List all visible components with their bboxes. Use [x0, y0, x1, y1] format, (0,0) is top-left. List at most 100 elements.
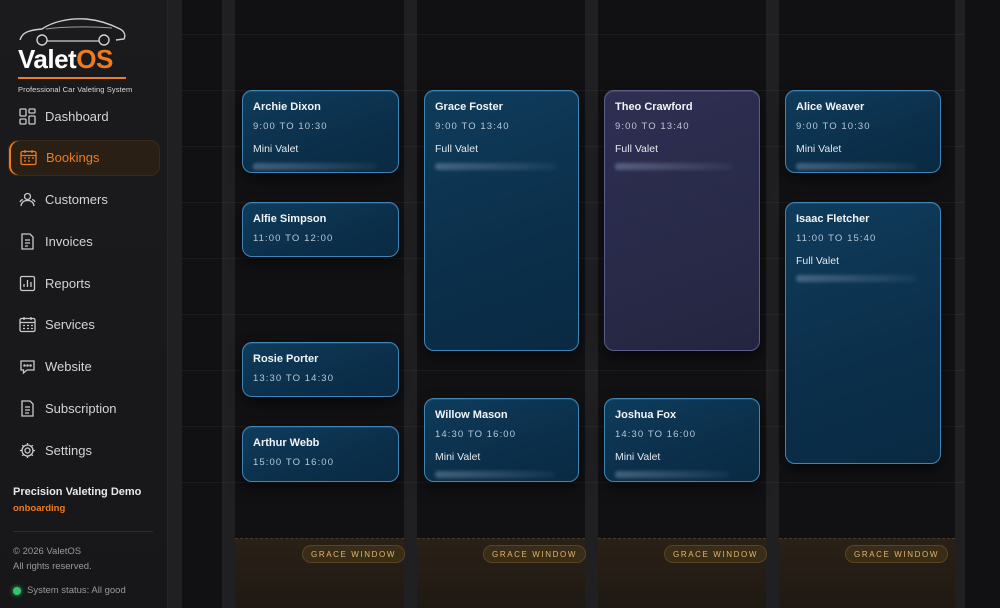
sidebar-item-customers[interactable]: Customers	[8, 182, 160, 218]
sidebar-item-label: Invoices	[45, 233, 93, 249]
calendar-icon	[19, 149, 37, 167]
grid-line	[182, 34, 965, 35]
booking-address-redacted	[435, 471, 555, 478]
sidebar-item-settings[interactable]: Settings	[8, 432, 160, 468]
booking-card[interactable]: Joshua Fox 14:30 TO 16:00 Mini Valet	[604, 398, 760, 482]
sidebar-nav: Dashboard Bookings Customers Invoices Re…	[0, 98, 168, 474]
booking-customer: Joshua Fox	[615, 409, 677, 421]
booking-card[interactable]: Arthur Webb 15:00 TO 16:00	[242, 426, 399, 482]
sidebar-divider	[13, 531, 153, 532]
booking-card[interactable]: Rosie Porter 13:30 TO 14:30	[242, 342, 399, 397]
tenant-status: onboarding	[13, 503, 66, 514]
sidebar-item-label: Dashboard	[45, 108, 109, 124]
booking-time: 11:00 TO 12:00	[253, 233, 334, 244]
booking-address-redacted	[796, 275, 917, 282]
booking-card[interactable]: Archie Dixon 9:00 TO 10:30 Mini Valet	[242, 90, 399, 173]
sidebar-item-label: Services	[45, 317, 95, 333]
invoice-icon	[18, 232, 36, 250]
grace-window-badge: GRACE WINDOW	[664, 545, 767, 563]
booking-card[interactable]: Alfie Simpson 11:00 TO 12:00	[242, 202, 399, 257]
sidebar-item-invoices[interactable]: Invoices	[8, 223, 160, 259]
booking-service: Mini Valet	[615, 451, 661, 463]
booking-customer: Theo Crawford	[615, 101, 693, 113]
calendar-gutter	[766, 0, 779, 608]
booking-customer: Rosie Porter	[253, 353, 319, 365]
grace-window-badge: GRACE WINDOW	[483, 545, 586, 563]
sidebar-item-dashboard[interactable]: Dashboard	[8, 98, 160, 134]
sidebar-item-label: Settings	[45, 442, 92, 458]
brand-tagline: Professional Car Valeting System	[18, 85, 133, 94]
sidebar-item-bookings[interactable]: Bookings	[8, 139, 160, 176]
booking-address-redacted	[615, 471, 729, 478]
booking-service: Full Valet	[796, 255, 839, 267]
sidebar-item-subscription[interactable]: Subscription	[8, 391, 160, 427]
calendar-gutter	[404, 0, 417, 608]
booking-card[interactable]: Isaac Fletcher 11:00 TO 15:40 Full Valet	[785, 202, 941, 464]
booking-card-selected[interactable]: Theo Crawford 9:00 TO 13:40 Full Valet	[604, 90, 760, 351]
car-silhouette-icon	[19, 18, 126, 46]
dashboard-icon	[18, 107, 36, 125]
brand-underline	[18, 77, 126, 79]
booking-customer: Willow Mason	[435, 409, 508, 421]
grid-line	[182, 482, 965, 483]
sidebar-item-label: Bookings	[46, 150, 100, 166]
booking-card[interactable]: Willow Mason 14:30 TO 16:00 Mini Valet	[424, 398, 579, 482]
grace-window-badge: GRACE WINDOW	[845, 545, 948, 563]
calendar-gutter	[585, 0, 598, 608]
sidebar-item-label: Customers	[45, 192, 108, 208]
booking-address-redacted	[796, 163, 917, 170]
booking-customer: Isaac Fletcher	[796, 213, 870, 225]
booking-service: Mini Valet	[435, 451, 481, 463]
calendar-gutter	[955, 0, 965, 608]
booking-customer: Archie Dixon	[253, 101, 321, 113]
booking-service: Full Valet	[435, 143, 478, 155]
gear-icon	[18, 441, 36, 459]
customers-icon	[18, 191, 36, 209]
brand-name: ValetOS	[18, 44, 113, 74]
sidebar: ValetOS Professional Car Valeting System…	[0, 0, 168, 608]
booking-time: 14:30 TO 16:00	[615, 429, 697, 440]
booking-customer: Alice Weaver	[796, 101, 865, 113]
sidebar-item-reports[interactable]: Reports	[8, 265, 160, 301]
booking-customer: Alfie Simpson	[253, 213, 327, 225]
booking-service: Full Valet	[615, 143, 658, 155]
booking-address-redacted	[435, 163, 558, 170]
booking-time: 13:30 TO 14:30	[253, 373, 335, 384]
booking-address-redacted	[615, 163, 733, 170]
booking-service: Mini Valet	[796, 143, 842, 155]
booking-customer: Grace Foster	[435, 101, 503, 113]
tenant-info: Precision Valeting Demo onboarding	[13, 486, 163, 514]
booking-time: 9:00 TO 13:40	[615, 121, 690, 132]
booking-time: 14:30 TO 16:00	[435, 429, 517, 440]
copyright: © 2026 ValetOS All rights reserved.	[13, 544, 92, 574]
status-dot-icon	[13, 586, 21, 595]
sidebar-item-label: Website	[45, 359, 92, 375]
system-status-text: System status: All good	[27, 585, 126, 596]
sidebar-item-website[interactable]: Website	[8, 349, 160, 385]
grace-window-badge: GRACE WINDOW	[302, 545, 405, 563]
booking-time: 9:00 TO 10:30	[253, 121, 328, 132]
copyright-line: © 2026 ValetOS	[13, 546, 82, 557]
tenant-name: Precision Valeting Demo	[13, 486, 142, 498]
subscription-icon	[18, 400, 36, 418]
rights-line: All rights reserved.	[13, 561, 92, 572]
booking-time: 9:00 TO 13:40	[435, 121, 510, 132]
brand-logo[interactable]: ValetOS Professional Car Valeting System	[16, 14, 146, 94]
sidebar-item-label: Reports	[45, 275, 91, 291]
services-icon	[18, 316, 36, 334]
sidebar-item-services[interactable]: Services	[8, 307, 160, 343]
system-status: System status: All good	[13, 585, 126, 596]
booking-time: 15:00 TO 16:00	[253, 457, 335, 468]
booking-time: 11:00 TO 15:40	[796, 233, 877, 244]
booking-customer: Arthur Webb	[253, 437, 320, 449]
sidebar-item-label: Subscription	[45, 401, 117, 417]
calendar-gutter	[168, 0, 182, 608]
reports-icon	[18, 274, 36, 292]
booking-address-redacted	[253, 163, 378, 170]
app-window: ValetOS Professional Car Valeting System…	[0, 0, 1000, 608]
bookings-calendar: GRACE WINDOW GRACE WINDOW GRACE WINDOW G…	[168, 0, 1000, 608]
booking-service: Mini Valet	[253, 143, 299, 155]
booking-card[interactable]: Grace Foster 9:00 TO 13:40 Full Valet	[424, 90, 579, 351]
booking-card[interactable]: Alice Weaver 9:00 TO 10:30 Mini Valet	[785, 90, 941, 173]
booking-time: 9:00 TO 10:30	[796, 121, 871, 132]
